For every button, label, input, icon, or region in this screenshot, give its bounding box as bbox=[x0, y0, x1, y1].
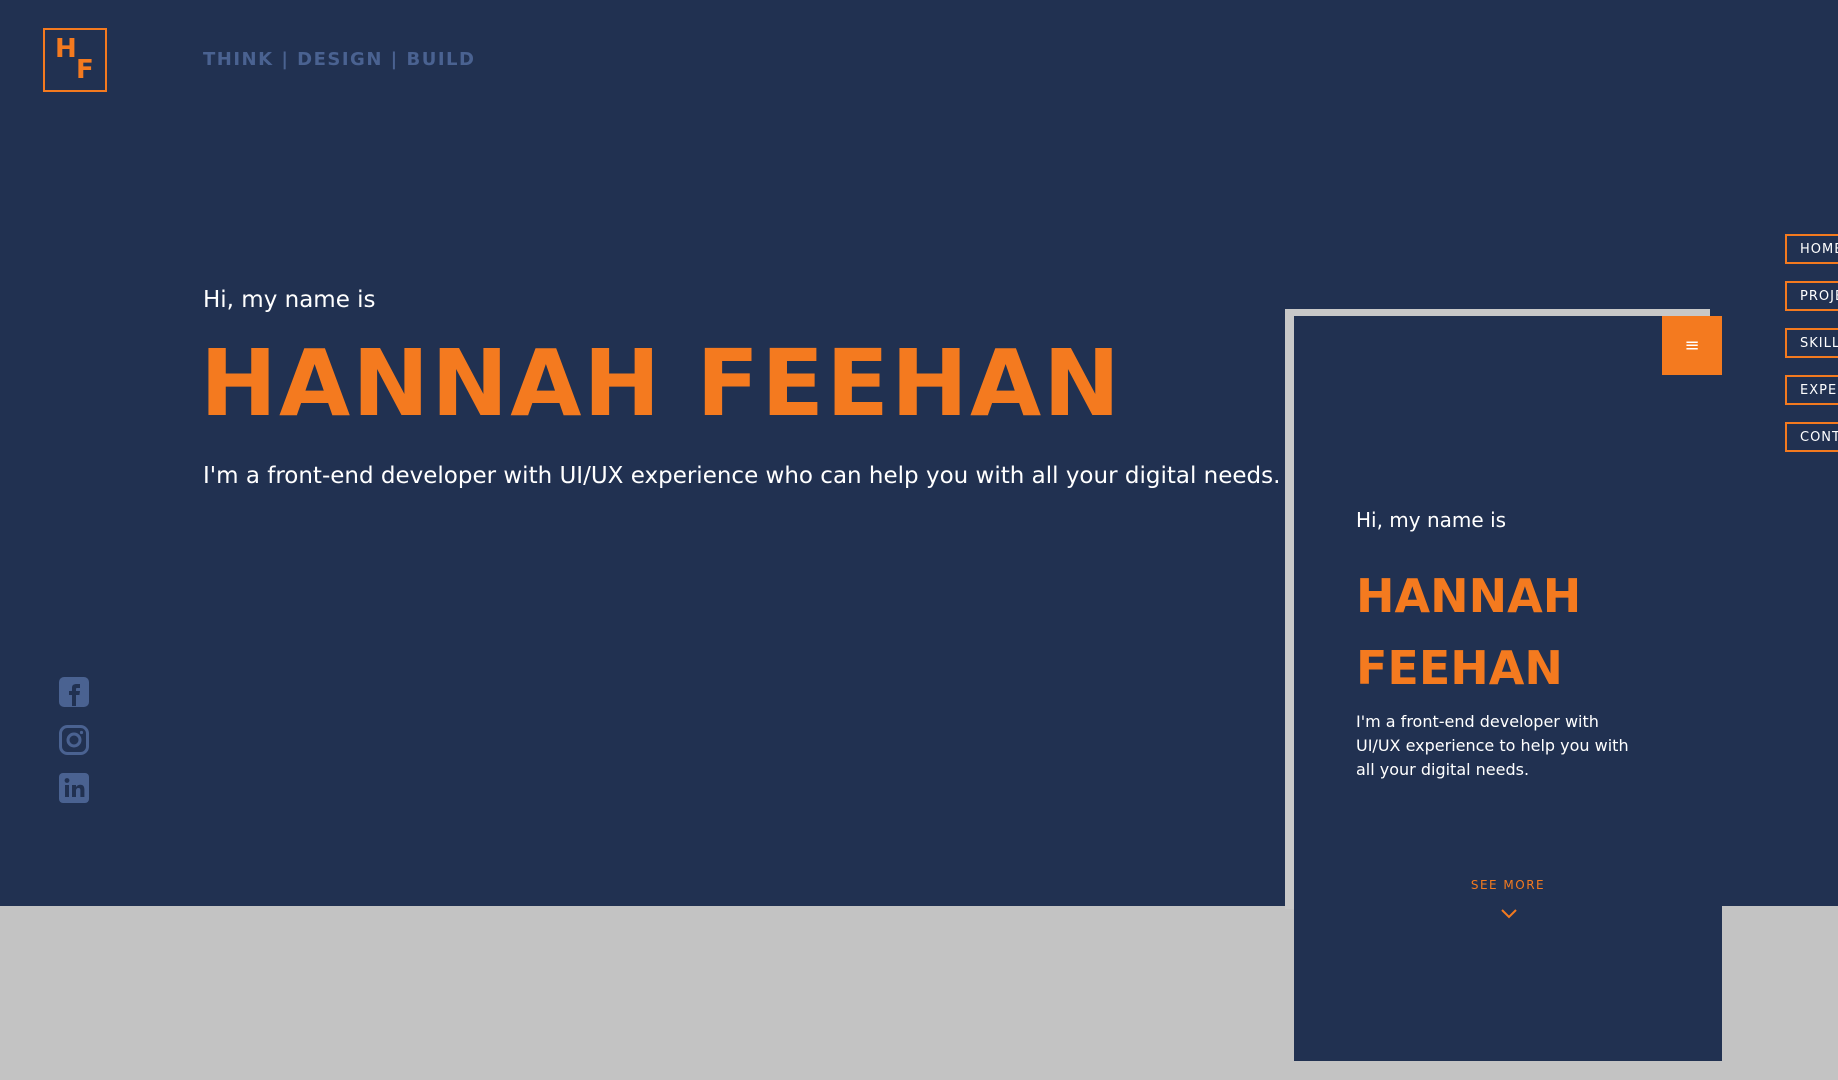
hero-greeting: Hi, my name is bbox=[203, 287, 376, 313]
social-links bbox=[58, 676, 90, 804]
menu-icon: ≡ bbox=[1684, 335, 1700, 356]
mobile-name: HANNAH FEEHAN bbox=[1356, 569, 1582, 695]
chevron-down-icon[interactable] bbox=[1500, 908, 1518, 920]
mobile-greeting: Hi, my name is bbox=[1356, 508, 1507, 532]
see-more-link[interactable]: SEE MORE bbox=[1294, 878, 1722, 892]
mobile-intro: I'm a front-end developer with UI/UX exp… bbox=[1356, 712, 1629, 779]
linkedin-icon[interactable] bbox=[58, 772, 90, 804]
nav-home[interactable]: HOME bbox=[1785, 234, 1838, 264]
side-nav: HOME PROJECTS SKILLS EXPERIENCE CONTACT bbox=[1785, 234, 1838, 452]
hamburger-menu-button[interactable]: ≡ bbox=[1662, 316, 1722, 375]
instagram-icon[interactable] bbox=[58, 724, 90, 756]
logo-letter-f: F bbox=[76, 55, 94, 85]
nav-skills[interactable]: SKILLS bbox=[1785, 328, 1838, 358]
tagline: THINK | DESIGN | BUILD bbox=[203, 49, 476, 70]
hero-name: HANNAH FEEHAN bbox=[200, 330, 1123, 437]
logo-letter-h: H bbox=[55, 34, 77, 64]
facebook-icon[interactable] bbox=[58, 676, 90, 708]
logo[interactable]: H F bbox=[43, 28, 107, 92]
nav-experience[interactable]: EXPERIENCE bbox=[1785, 375, 1838, 405]
nav-contact[interactable]: CONTACT bbox=[1785, 422, 1838, 452]
hero-intro: I'm a front-end developer with UI/UX exp… bbox=[203, 463, 1281, 489]
nav-projects[interactable]: PROJECTS bbox=[1785, 281, 1838, 311]
